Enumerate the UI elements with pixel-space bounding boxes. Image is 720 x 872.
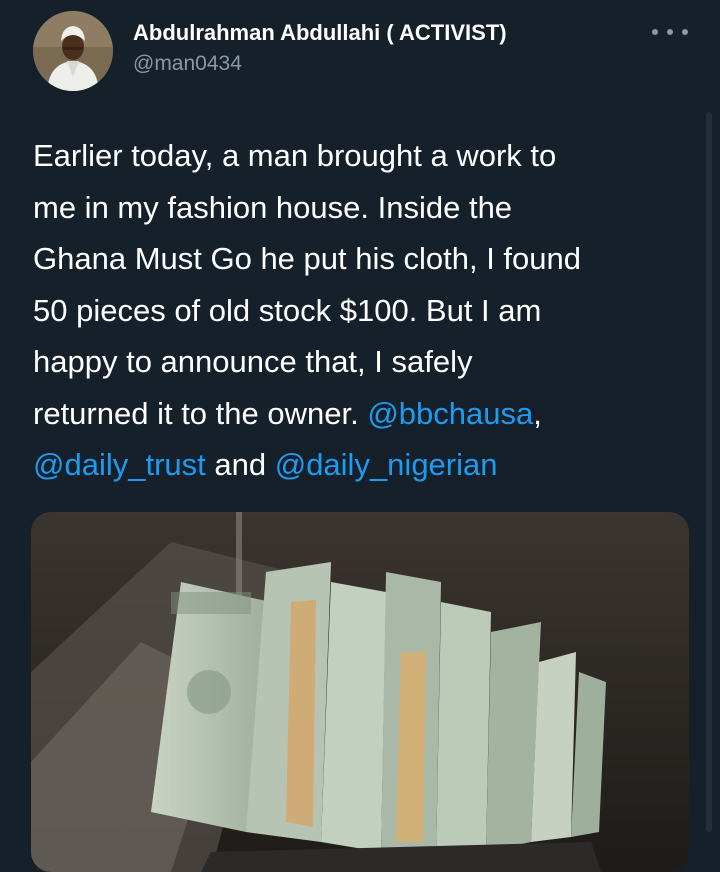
tweet-line: Ghana Must Go he put his cloth, I found [33, 241, 581, 276]
tweet-line: 50 pieces of old stock $100. But I am [33, 292, 542, 328]
tweet-line: Earlier today, a man brought a work to [33, 138, 557, 173]
avatar-image [33, 11, 113, 91]
tweet-media-photo[interactable] [31, 512, 689, 872]
mention-bbchausa[interactable]: @bbchausa [367, 396, 533, 431]
photo-money-stack [31, 512, 689, 872]
more-dot [682, 29, 688, 35]
scrollbar[interactable] [706, 112, 712, 832]
author-display-name[interactable]: Abdulrahman Abdullahi ( ACTIVIST) [133, 20, 507, 46]
tweet-card: Abdulrahman Abdullahi ( ACTIVIST) @man04… [0, 0, 720, 872]
tweet-line-7: @daily_trust and @daily_nigerian [33, 439, 693, 491]
comma-text: , [533, 395, 542, 431]
author-handle[interactable]: @man0434 [133, 52, 242, 76]
more-dot [652, 29, 658, 35]
mention-daily-nigerian[interactable]: @daily_nigerian [275, 447, 498, 482]
more-dot [667, 29, 673, 35]
mention-daily-trust[interactable]: @daily_trust [33, 447, 206, 482]
tweet-line-6: returned it to the owner. @bbchausa, [33, 388, 693, 440]
tweet-text: Earlier today, a man brought a work to m… [33, 130, 693, 491]
more-horizontal-icon[interactable] [652, 24, 688, 40]
and-text: and [205, 447, 275, 482]
avatar[interactable] [33, 11, 113, 91]
tweet-line: happy to announce that, I safely [33, 344, 473, 379]
tweet-line-text: returned it to the owner. [33, 395, 368, 431]
tweet-line: me in my fashion house. Inside the [33, 189, 513, 225]
